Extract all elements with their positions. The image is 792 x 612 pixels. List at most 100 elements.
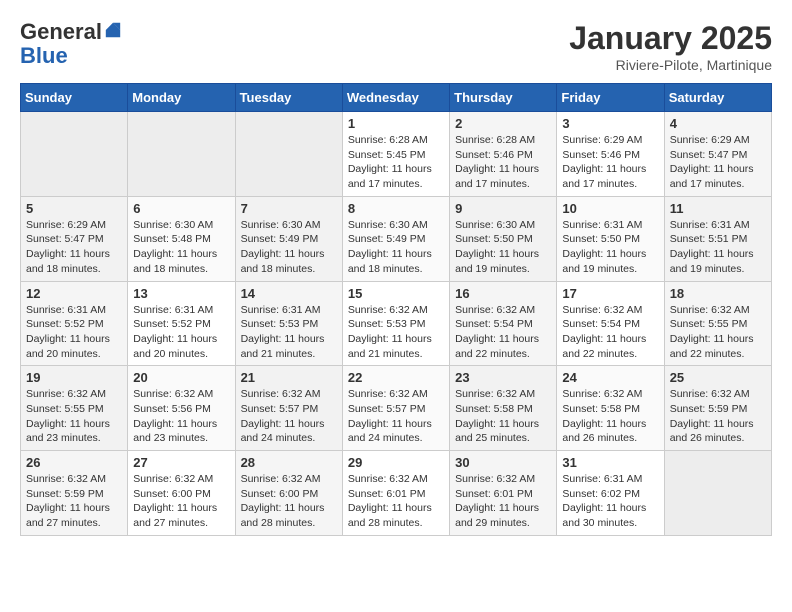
weekday-header-friday: Friday <box>557 84 664 112</box>
day-number: 5 <box>26 201 122 216</box>
calendar-cell: 14 Sunrise: 6:31 AM Sunset: 5:53 PM Dayli… <box>235 281 342 366</box>
calendar-cell: 15Sunrise: 6:32 AM Sunset: 5:53 PM Dayli… <box>342 281 449 366</box>
calendar-cell: 25 Sunrise: 6:32 AM Sunset: 5:59 PM Dayli… <box>664 366 771 451</box>
day-info: Sunrise: 6:29 AM Sunset: 5:46 PM Dayligh… <box>562 133 658 192</box>
calendar-cell: 2Sunrise: 6:28 AM Sunset: 5:46 PM Daylig… <box>450 112 557 197</box>
day-number: 6 <box>133 201 229 216</box>
weekday-header-thursday: Thursday <box>450 84 557 112</box>
day-info: Sunrise: 6:32 AM Sunset: 5:57 PM Dayligh… <box>241 387 337 446</box>
calendar-cell: 31 Sunrise: 6:31 AM Sunset: 6:02 PM Dayli… <box>557 451 664 536</box>
page-header: General Blue January 2025 Riviere-Pilote… <box>20 20 772 73</box>
day-info: Sunrise: 6:32 AM Sunset: 5:58 PM Dayligh… <box>562 387 658 446</box>
logo-blue-text: Blue <box>20 43 68 68</box>
calendar-cell: 11Sunrise: 6:31 AM Sunset: 5:51 PM Dayli… <box>664 196 771 281</box>
calendar-cell: 30 Sunrise: 6:32 AM Sunset: 6:01 PM Dayli… <box>450 451 557 536</box>
day-number: 7 <box>241 201 337 216</box>
day-number: 31 <box>562 455 658 470</box>
day-number: 23 <box>455 370 551 385</box>
day-info: Sunrise: 6:31 AM Sunset: 5:52 PM Dayligh… <box>133 303 229 362</box>
day-info: Sunrise: 6:32 AM Sunset: 5:54 PM Dayligh… <box>455 303 551 362</box>
calendar-cell: 23 Sunrise: 6:32 AM Sunset: 5:58 PM Dayli… <box>450 366 557 451</box>
day-info: Sunrise: 6:32 AM Sunset: 5:58 PM Dayligh… <box>455 387 551 446</box>
location-subtitle: Riviere-Pilote, Martinique <box>569 57 772 73</box>
day-info: Sunrise: 6:29 AM Sunset: 5:47 PM Dayligh… <box>670 133 766 192</box>
day-number: 26 <box>26 455 122 470</box>
day-number: 21 <box>241 370 337 385</box>
calendar-week-row: 1 Sunrise: 6:28 AM Sunset: 5:45 PM Daylig… <box>21 112 772 197</box>
calendar-cell: 9 Sunrise: 6:30 AM Sunset: 5:50 PM Daylig… <box>450 196 557 281</box>
calendar-week-row: 5 Sunrise: 6:29 AM Sunset: 5:47 PM Daylig… <box>21 196 772 281</box>
day-info: Sunrise: 6:32 AM Sunset: 5:59 PM Dayligh… <box>670 387 766 446</box>
weekday-header-row: SundayMondayTuesdayWednesdayThursdayFrid… <box>21 84 772 112</box>
day-number: 25 <box>670 370 766 385</box>
calendar-cell: 19 Sunrise: 6:32 AM Sunset: 5:55 PM Dayli… <box>21 366 128 451</box>
day-info: Sunrise: 6:30 AM Sunset: 5:49 PM Dayligh… <box>241 218 337 277</box>
day-number: 16 <box>455 286 551 301</box>
calendar-cell: 17 Sunrise: 6:32 AM Sunset: 5:54 PM Dayli… <box>557 281 664 366</box>
calendar-week-row: 19 Sunrise: 6:32 AM Sunset: 5:55 PM Dayli… <box>21 366 772 451</box>
calendar-cell: 28Sunrise: 6:32 AM Sunset: 6:00 PM Dayli… <box>235 451 342 536</box>
day-number: 30 <box>455 455 551 470</box>
day-info: Sunrise: 6:29 AM Sunset: 5:47 PM Dayligh… <box>26 218 122 277</box>
day-number: 29 <box>348 455 444 470</box>
day-number: 2 <box>455 116 551 131</box>
day-number: 27 <box>133 455 229 470</box>
day-number: 19 <box>26 370 122 385</box>
calendar-cell: 29 Sunrise: 6:32 AM Sunset: 6:01 PM Dayli… <box>342 451 449 536</box>
calendar-week-row: 12Sunrise: 6:31 AM Sunset: 5:52 PM Dayli… <box>21 281 772 366</box>
day-info: Sunrise: 6:32 AM Sunset: 5:55 PM Dayligh… <box>26 387 122 446</box>
day-info: Sunrise: 6:32 AM Sunset: 6:01 PM Dayligh… <box>348 472 444 531</box>
logo: General Blue <box>20 20 122 68</box>
day-info: Sunrise: 6:32 AM Sunset: 6:01 PM Dayligh… <box>455 472 551 531</box>
day-number: 14 <box>241 286 337 301</box>
day-number: 11 <box>670 201 766 216</box>
day-info: Sunrise: 6:30 AM Sunset: 5:48 PM Dayligh… <box>133 218 229 277</box>
day-number: 15 <box>348 286 444 301</box>
calendar-cell: 3Sunrise: 6:29 AM Sunset: 5:46 PM Daylig… <box>557 112 664 197</box>
day-info: Sunrise: 6:32 AM Sunset: 5:54 PM Dayligh… <box>562 303 658 362</box>
calendar-cell <box>664 451 771 536</box>
calendar-cell: 6 Sunrise: 6:30 AM Sunset: 5:48 PM Daylig… <box>128 196 235 281</box>
day-info: Sunrise: 6:32 AM Sunset: 6:00 PM Dayligh… <box>133 472 229 531</box>
calendar-cell: 5 Sunrise: 6:29 AM Sunset: 5:47 PM Daylig… <box>21 196 128 281</box>
weekday-header-monday: Monday <box>128 84 235 112</box>
day-number: 28 <box>241 455 337 470</box>
calendar-cell: 12Sunrise: 6:31 AM Sunset: 5:52 PM Dayli… <box>21 281 128 366</box>
day-info: Sunrise: 6:32 AM Sunset: 5:59 PM Dayligh… <box>26 472 122 531</box>
day-info: Sunrise: 6:31 AM Sunset: 5:53 PM Dayligh… <box>241 303 337 362</box>
day-number: 10 <box>562 201 658 216</box>
calendar-cell <box>21 112 128 197</box>
day-number: 18 <box>670 286 766 301</box>
day-info: Sunrise: 6:30 AM Sunset: 5:49 PM Dayligh… <box>348 218 444 277</box>
day-info: Sunrise: 6:32 AM Sunset: 5:56 PM Dayligh… <box>133 387 229 446</box>
weekday-header-wednesday: Wednesday <box>342 84 449 112</box>
calendar-cell: 27 Sunrise: 6:32 AM Sunset: 6:00 PM Dayli… <box>128 451 235 536</box>
calendar-cell <box>235 112 342 197</box>
day-info: Sunrise: 6:32 AM Sunset: 5:55 PM Dayligh… <box>670 303 766 362</box>
day-number: 9 <box>455 201 551 216</box>
calendar-cell: 10 Sunrise: 6:31 AM Sunset: 5:50 PM Dayli… <box>557 196 664 281</box>
day-number: 22 <box>348 370 444 385</box>
day-info: Sunrise: 6:31 AM Sunset: 5:52 PM Dayligh… <box>26 303 122 362</box>
weekday-header-tuesday: Tuesday <box>235 84 342 112</box>
calendar-cell: 4Sunrise: 6:29 AM Sunset: 5:47 PM Daylig… <box>664 112 771 197</box>
logo-icon <box>104 21 122 39</box>
day-number: 24 <box>562 370 658 385</box>
weekday-header-saturday: Saturday <box>664 84 771 112</box>
calendar-cell: 22Sunrise: 6:32 AM Sunset: 5:57 PM Dayli… <box>342 366 449 451</box>
day-info: Sunrise: 6:31 AM Sunset: 6:02 PM Dayligh… <box>562 472 658 531</box>
month-title: January 2025 <box>569 20 772 57</box>
weekday-header-sunday: Sunday <box>21 84 128 112</box>
day-info: Sunrise: 6:31 AM Sunset: 5:50 PM Dayligh… <box>562 218 658 277</box>
day-number: 1 <box>348 116 444 131</box>
day-info: Sunrise: 6:30 AM Sunset: 5:50 PM Dayligh… <box>455 218 551 277</box>
day-number: 8 <box>348 201 444 216</box>
day-number: 17 <box>562 286 658 301</box>
day-info: Sunrise: 6:28 AM Sunset: 5:45 PM Dayligh… <box>348 133 444 192</box>
calendar-week-row: 26 Sunrise: 6:32 AM Sunset: 5:59 PM Dayli… <box>21 451 772 536</box>
calendar-cell: 18 Sunrise: 6:32 AM Sunset: 5:55 PM Dayli… <box>664 281 771 366</box>
day-number: 13 <box>133 286 229 301</box>
calendar-cell: 1 Sunrise: 6:28 AM Sunset: 5:45 PM Daylig… <box>342 112 449 197</box>
calendar-cell: 16 Sunrise: 6:32 AM Sunset: 5:54 PM Dayli… <box>450 281 557 366</box>
calendar-cell: 24 Sunrise: 6:32 AM Sunset: 5:58 PM Dayli… <box>557 366 664 451</box>
